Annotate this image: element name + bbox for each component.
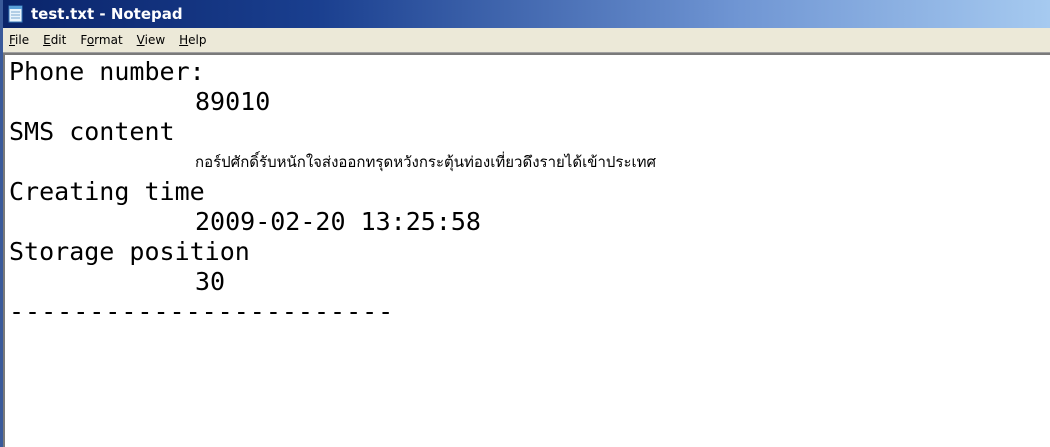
menu-file-label: ile [15,33,30,47]
time-label: Creating time [9,177,205,206]
phone-label: Phone number: [9,57,205,86]
menu-help-label: elp [188,33,207,47]
menu-view-label: iew [144,33,166,47]
time-value: 2009-02-20 13:25:58 [195,207,481,236]
menu-view[interactable]: View [130,29,172,51]
menu-view-mnemonic: V [136,33,145,47]
menu-edit[interactable]: Edit [36,29,73,51]
menu-format-label: rmat [94,33,123,47]
menu-bar: File Edit Format View Help [3,28,1050,53]
phone-value: 89010 [195,87,271,116]
separator-line: ------------------------ [9,297,395,326]
sms-label: SMS content [9,117,175,146]
title-bar[interactable]: test.txt - Notepad [3,0,1050,28]
menu-help[interactable]: Help [172,29,213,51]
storage-label: Storage position [9,237,250,266]
menu-file[interactable]: File [3,29,36,51]
text-editor-area[interactable]: Phone number: 89010 SMS content กอร์ปศัก… [3,53,1050,447]
notepad-window: test.txt - Notepad File Edit Format View… [0,0,1050,447]
menu-format[interactable]: Format [73,29,129,51]
menu-edit-mnemonic: E [43,33,51,47]
notepad-icon[interactable] [7,5,25,23]
menu-help-mnemonic: H [179,33,189,47]
menu-edit-label: dit [50,33,67,47]
window-title: test.txt - Notepad [31,5,183,23]
storage-value: 30 [195,267,226,296]
sms-value: กอร์ปศักดิ์รับหนักใจส่งออกทรุดหวังกระตุ้… [195,153,657,171]
